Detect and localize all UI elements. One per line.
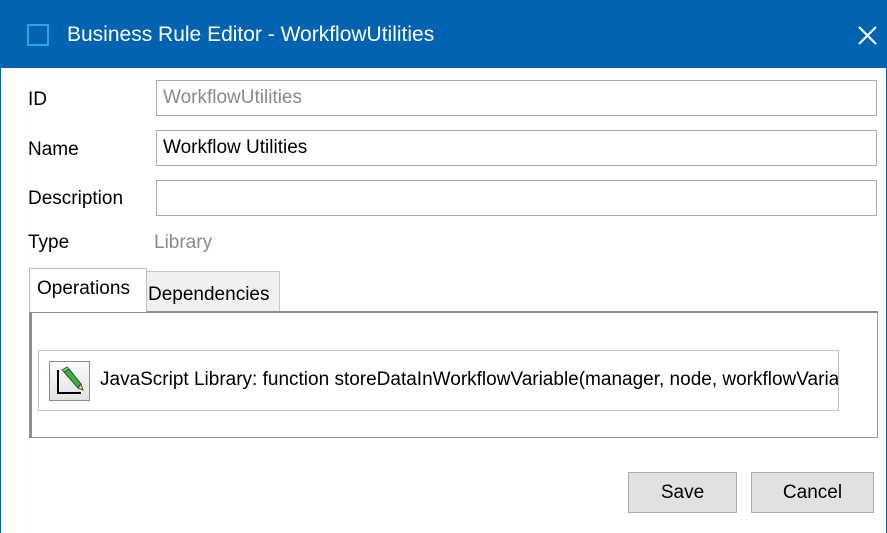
close-icon	[858, 26, 877, 45]
tab-operations-label: Operations	[37, 278, 130, 299]
window-app-icon	[27, 24, 49, 46]
description-field[interactable]	[156, 180, 877, 216]
edit-operation-button[interactable]	[49, 361, 90, 401]
cancel-button[interactable]: Cancel	[751, 472, 874, 513]
edit-pencil-icon	[57, 366, 84, 394]
window-title: Business Rule Editor - WorkflowUtilities	[67, 23, 435, 46]
type-value: Library	[154, 232, 213, 253]
id-field[interactable]	[156, 80, 877, 116]
name-label: Name	[28, 139, 79, 160]
id-label: ID	[28, 89, 47, 110]
operation-text: JavaScript Library: function storeDataIn…	[100, 369, 839, 390]
title-bar[interactable]: Business Rule Editor - WorkflowUtilities	[1, 0, 887, 68]
business-rule-editor-dialog: Business Rule Editor - WorkflowUtilities…	[0, 0, 887, 533]
tab-dependencies-label: Dependencies	[148, 284, 270, 305]
type-label: Type	[28, 232, 70, 253]
description-label: Description	[28, 188, 124, 209]
operation-row[interactable]: JavaScript Library: function storeDataIn…	[38, 350, 839, 411]
name-field[interactable]	[156, 130, 877, 166]
save-button[interactable]: Save	[628, 472, 737, 513]
panel-edge	[29, 311, 32, 438]
tab-dependencies[interactable]: Dependencies	[146, 271, 280, 312]
tab-operations[interactable]: Operations	[29, 268, 147, 312]
close-button[interactable]	[850, 18, 884, 52]
